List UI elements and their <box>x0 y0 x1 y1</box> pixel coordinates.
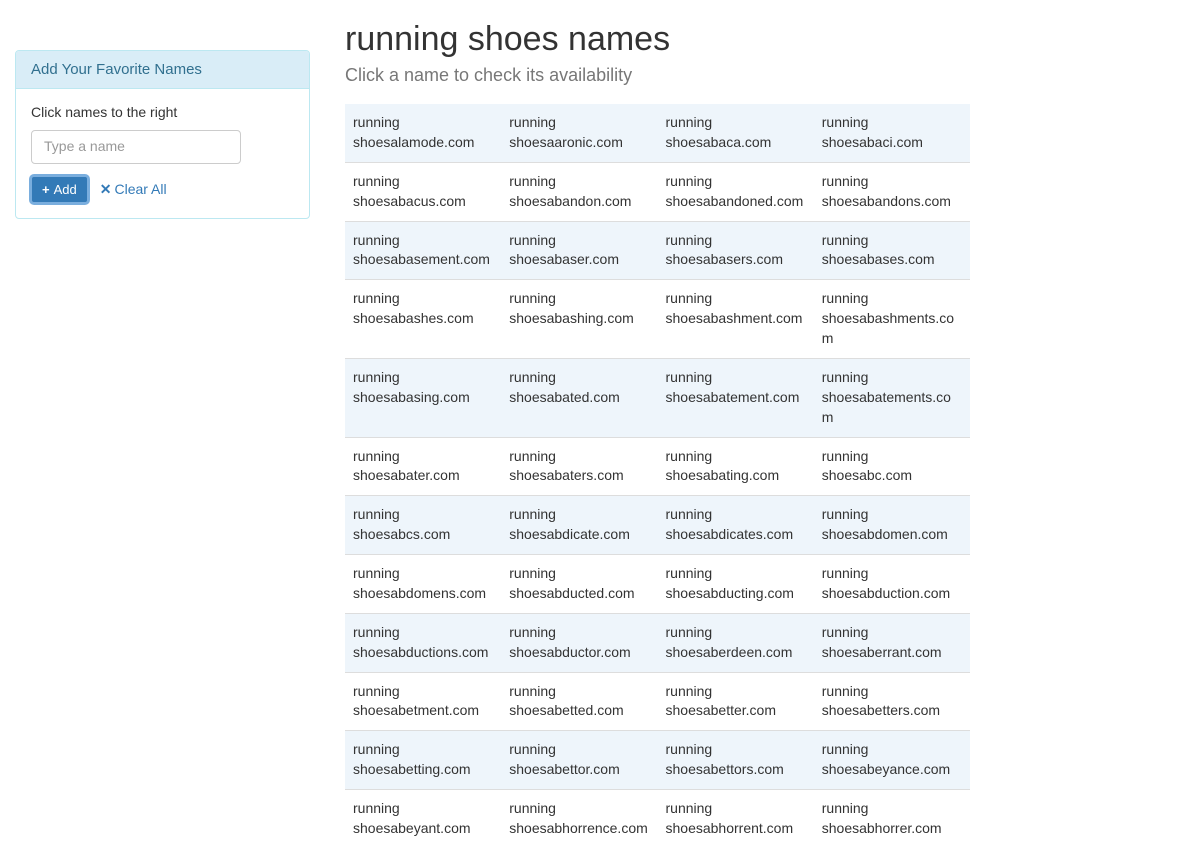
name-cell[interactable]: running shoesabdomen.com <box>814 496 970 555</box>
table-row: running shoesabeyant.comrunning shoesabh… <box>345 790 970 848</box>
add-button[interactable]: + Add <box>31 176 88 203</box>
table-row: running shoesalamode.comrunning shoesaar… <box>345 104 970 162</box>
name-cell[interactable]: running shoesabettors.com <box>658 731 814 790</box>
name-cell[interactable]: running shoesabandon.com <box>501 162 657 221</box>
names-table: running shoesalamode.comrunning shoesaar… <box>345 104 970 848</box>
name-cell[interactable]: running shoesabasers.com <box>658 221 814 280</box>
name-cell[interactable]: running shoesabases.com <box>814 221 970 280</box>
page-subtitle: Click a name to check its availability <box>345 65 970 86</box>
clear-all-link[interactable]: ✕ Clear All <box>100 181 167 198</box>
table-row: running shoesabasement.comrunning shoesa… <box>345 221 970 280</box>
name-cell[interactable]: running shoesabhorrence.com <box>501 790 657 848</box>
add-button-label: Add <box>54 182 77 197</box>
name-cell[interactable]: running shoesabetted.com <box>501 672 657 731</box>
name-cell[interactable]: running shoesabdicate.com <box>501 496 657 555</box>
name-cell[interactable]: running shoesabating.com <box>658 437 814 496</box>
name-cell[interactable]: running shoesabetter.com <box>658 672 814 731</box>
name-cell[interactable]: running shoesabasement.com <box>345 221 501 280</box>
name-cell[interactable]: running shoesabashing.com <box>501 280 657 359</box>
name-cell[interactable]: running shoesabetting.com <box>345 731 501 790</box>
table-row: running shoesabetting.comrunning shoesab… <box>345 731 970 790</box>
name-cell[interactable]: running shoesabaca.com <box>658 104 814 162</box>
name-cell[interactable]: running shoesaaronic.com <box>501 104 657 162</box>
name-cell[interactable]: running shoesabaters.com <box>501 437 657 496</box>
name-cell[interactable]: running shoesabhorrer.com <box>814 790 970 848</box>
name-cell[interactable]: running shoesaberdeen.com <box>658 613 814 672</box>
name-cell[interactable]: running shoesabcs.com <box>345 496 501 555</box>
favorites-panel: Add Your Favorite Names Click names to t… <box>15 50 310 219</box>
name-cell[interactable]: running shoesaberrant.com <box>814 613 970 672</box>
table-row: running shoesabductions.comrunning shoes… <box>345 613 970 672</box>
name-cell[interactable]: running shoesabetment.com <box>345 672 501 731</box>
name-cell[interactable]: running shoesabated.com <box>501 358 657 437</box>
name-cell[interactable]: running shoesabeyance.com <box>814 731 970 790</box>
name-cell[interactable]: running shoesabdomens.com <box>345 555 501 614</box>
table-row: running shoesabcs.comrunning shoesabdica… <box>345 496 970 555</box>
name-cell[interactable]: running shoesabatement.com <box>658 358 814 437</box>
favorites-hint: Click names to the right <box>31 104 294 120</box>
table-row: running shoesabetment.comrunning shoesab… <box>345 672 970 731</box>
name-cell[interactable]: running shoesabettor.com <box>501 731 657 790</box>
name-cell[interactable]: running shoesabduction.com <box>814 555 970 614</box>
name-cell[interactable]: running shoesabeyant.com <box>345 790 501 848</box>
name-cell[interactable]: running shoesabashes.com <box>345 280 501 359</box>
name-cell[interactable]: running shoesabacus.com <box>345 162 501 221</box>
name-cell[interactable]: running shoesabashments.com <box>814 280 970 359</box>
name-input[interactable] <box>31 130 241 164</box>
name-cell[interactable]: running shoesabasing.com <box>345 358 501 437</box>
name-cell[interactable]: running shoesabaci.com <box>814 104 970 162</box>
name-cell[interactable]: running shoesabetters.com <box>814 672 970 731</box>
page-title: running shoes names <box>345 20 970 59</box>
name-cell[interactable]: running shoesabductions.com <box>345 613 501 672</box>
table-row: running shoesabater.comrunning shoesabat… <box>345 437 970 496</box>
name-cell[interactable]: running shoesabaser.com <box>501 221 657 280</box>
table-row: running shoesabasing.comrunning shoesaba… <box>345 358 970 437</box>
name-cell[interactable]: running shoesabductor.com <box>501 613 657 672</box>
close-icon: ✕ <box>100 181 112 198</box>
favorites-panel-heading: Add Your Favorite Names <box>16 51 309 89</box>
name-cell[interactable]: running shoesabc.com <box>814 437 970 496</box>
name-cell[interactable]: running shoesabducting.com <box>658 555 814 614</box>
name-cell[interactable]: running shoesabandoned.com <box>658 162 814 221</box>
table-row: running shoesabashes.comrunning shoesaba… <box>345 280 970 359</box>
name-cell[interactable]: running shoesabhorrent.com <box>658 790 814 848</box>
table-row: running shoesabdomens.comrunning shoesab… <box>345 555 970 614</box>
plus-icon: + <box>42 182 50 197</box>
clear-all-label: Clear All <box>114 181 166 197</box>
name-cell[interactable]: running shoesabashment.com <box>658 280 814 359</box>
table-row: running shoesabacus.comrunning shoesaban… <box>345 162 970 221</box>
name-cell[interactable]: running shoesalamode.com <box>345 104 501 162</box>
name-cell[interactable]: running shoesabdicates.com <box>658 496 814 555</box>
name-cell[interactable]: running shoesabandons.com <box>814 162 970 221</box>
name-cell[interactable]: running shoesabater.com <box>345 437 501 496</box>
name-cell[interactable]: running shoesabducted.com <box>501 555 657 614</box>
name-cell[interactable]: running shoesabatements.com <box>814 358 970 437</box>
